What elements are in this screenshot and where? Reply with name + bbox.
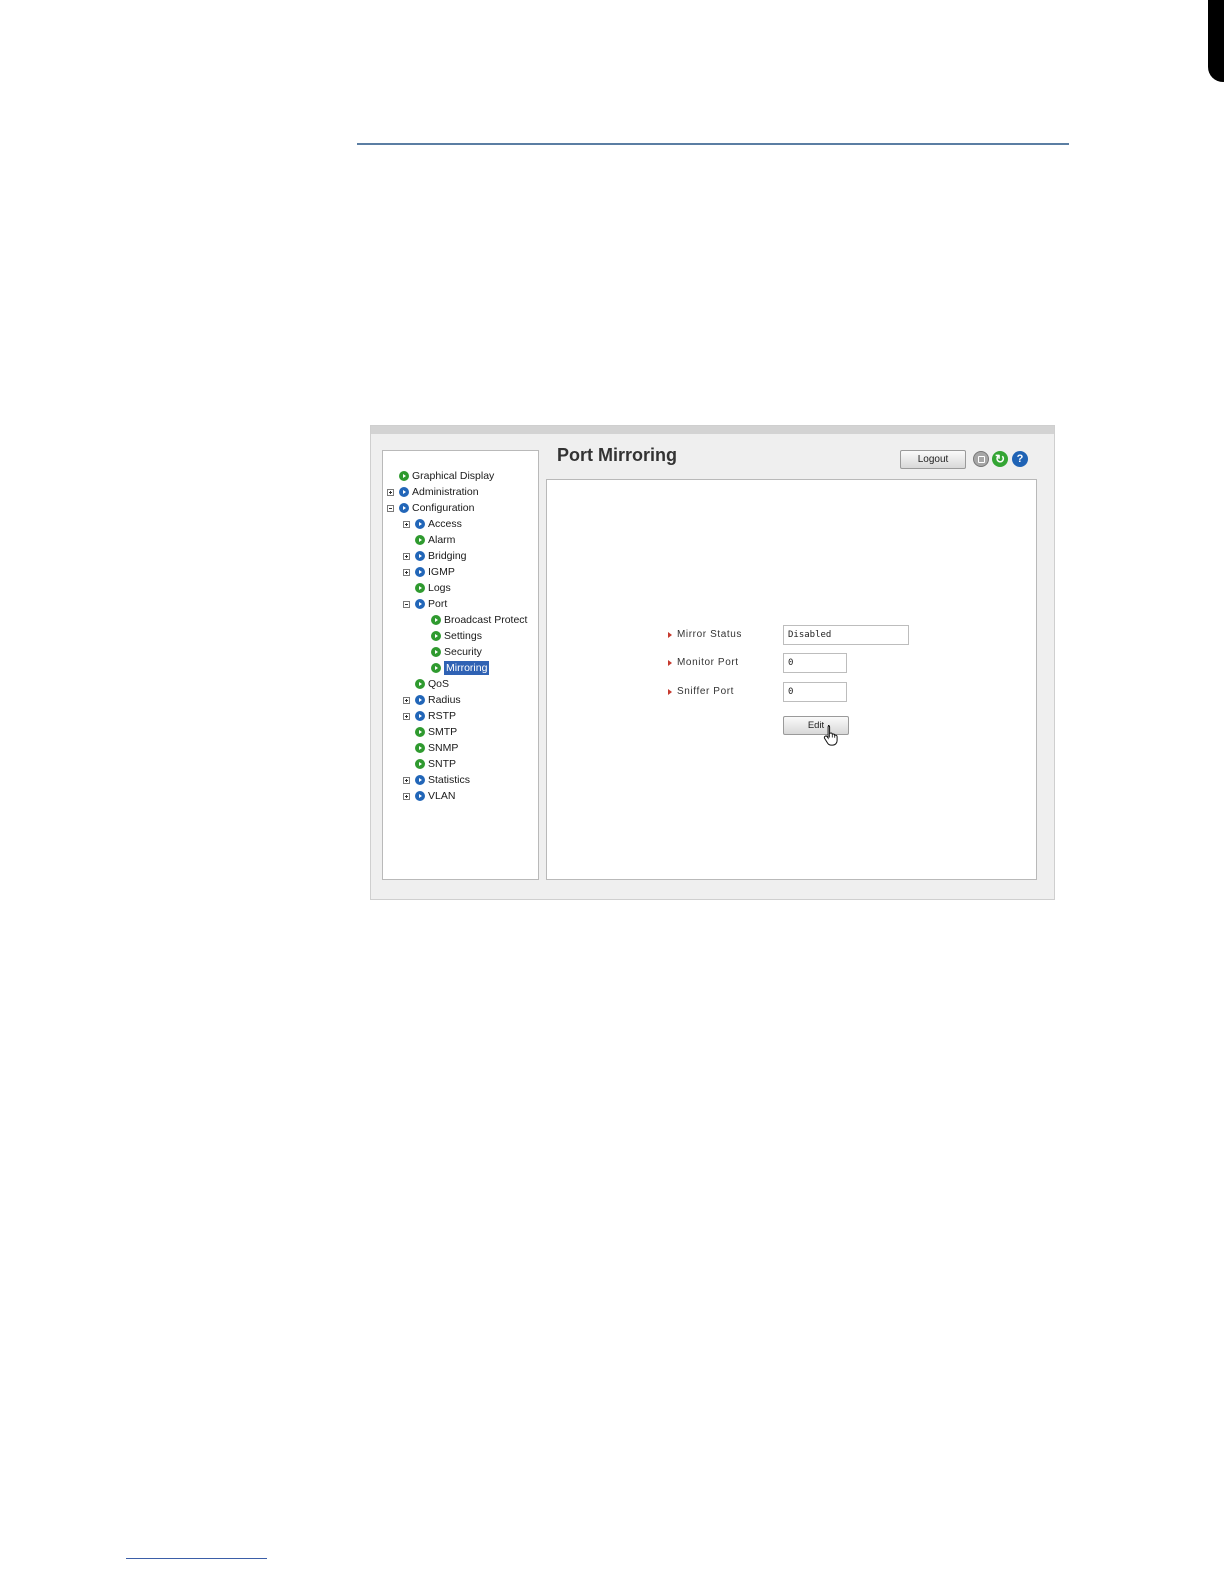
content-panel: Mirror Status Monitor Port Sniffer Port … bbox=[546, 479, 1037, 880]
logout-button[interactable]: Logout bbox=[900, 450, 966, 469]
arrow-bullet-icon bbox=[431, 615, 441, 625]
app-window: Graphical Display Administration Configura… bbox=[370, 425, 1055, 900]
mirror-status-label: Mirror Status bbox=[668, 629, 742, 640]
nav-item-label: Bridging bbox=[428, 550, 467, 562]
mirror-status-field[interactable] bbox=[783, 625, 909, 645]
nav-item-label: SNMP bbox=[428, 742, 459, 754]
arrow-bullet-icon bbox=[415, 583, 425, 593]
nav-item-snmp[interactable]: SNMP bbox=[403, 740, 458, 756]
arrow-bullet-icon bbox=[415, 551, 425, 561]
nav-item-label: Configuration bbox=[412, 502, 475, 514]
arrow-bullet-icon bbox=[415, 679, 425, 689]
nav-item-smtp[interactable]: SMTP bbox=[403, 724, 457, 740]
nav-item-vlan[interactable]: VLAN bbox=[403, 788, 455, 804]
arrow-bullet-icon bbox=[399, 471, 409, 481]
nav-item-bridging[interactable]: Bridging bbox=[403, 548, 467, 564]
page-header-rule bbox=[357, 143, 1069, 145]
nav-item-label: Access bbox=[428, 518, 462, 530]
arrow-bullet-icon bbox=[399, 503, 409, 513]
nav-item-label: Settings bbox=[444, 630, 482, 642]
nav-item-configuration[interactable]: Configuration bbox=[387, 500, 474, 516]
arrow-bullet-icon bbox=[415, 535, 425, 545]
nav-item-label: Logs bbox=[428, 582, 451, 594]
nav-item-broadcast-protect[interactable]: Broadcast Protect bbox=[419, 612, 527, 628]
expand-icon[interactable] bbox=[403, 696, 410, 704]
nav-item-label: QoS bbox=[428, 678, 450, 690]
nav-item-graphical-display[interactable]: Graphical Display bbox=[387, 468, 494, 484]
arrow-bullet-icon bbox=[431, 631, 441, 641]
expand-icon[interactable] bbox=[387, 488, 394, 496]
monitor-port-field[interactable] bbox=[783, 653, 847, 673]
nav-item-label: RSTP bbox=[428, 710, 457, 722]
nav-item-logs[interactable]: Logs bbox=[403, 580, 451, 596]
nav-item-rstp[interactable]: RSTP bbox=[403, 708, 456, 724]
save-icon[interactable] bbox=[973, 451, 989, 467]
nav-item-mirroring[interactable]: Mirroring bbox=[419, 660, 490, 676]
expand-icon[interactable] bbox=[403, 792, 410, 800]
nav-item-igmp[interactable]: IGMP bbox=[403, 564, 455, 580]
nav-item-label: SMTP bbox=[428, 726, 458, 738]
footer-link-underline bbox=[126, 1558, 267, 1559]
nav-item-label: Mirroring bbox=[444, 661, 490, 675]
page-edge-tab bbox=[1200, 0, 1224, 1584]
nav-item-label: VLAN bbox=[428, 790, 456, 802]
arrow-bullet-icon bbox=[415, 775, 425, 785]
arrow-bullet-icon bbox=[415, 711, 425, 721]
nav-item-label: Security bbox=[444, 646, 482, 658]
nav-item-sntp[interactable]: SNTP bbox=[403, 756, 456, 772]
nav-item-statistics[interactable]: Statistics bbox=[403, 772, 470, 788]
nav-item-settings[interactable]: Settings bbox=[419, 628, 482, 644]
arrow-bullet-icon bbox=[415, 567, 425, 577]
sniffer-port-label-text: Sniffer Port bbox=[677, 686, 735, 697]
nav-item-qos[interactable]: QoS bbox=[403, 676, 449, 692]
nav-item-label: IGMP bbox=[428, 566, 455, 578]
sniffer-port-label: Sniffer Port bbox=[668, 686, 734, 697]
nav-item-label: Broadcast Protect bbox=[444, 614, 528, 626]
nav-item-label: Administration bbox=[412, 486, 479, 498]
mirror-status-label-text: Mirror Status bbox=[677, 629, 743, 640]
help-icon[interactable]: ? bbox=[1012, 451, 1028, 467]
window-top-bar bbox=[371, 426, 1054, 434]
hand-cursor-icon bbox=[823, 725, 838, 746]
monitor-port-label: Monitor Port bbox=[668, 657, 739, 668]
arrow-bullet-icon bbox=[415, 759, 425, 769]
collapse-icon[interactable] bbox=[403, 600, 410, 608]
nav-item-radius[interactable]: Radius bbox=[403, 692, 461, 708]
arrow-bullet-icon bbox=[415, 695, 425, 705]
nav-item-label: Alarm bbox=[428, 534, 456, 546]
nav-item-label: SNTP bbox=[428, 758, 457, 770]
nav-tree: Graphical Display Administration Configura… bbox=[382, 450, 539, 880]
nav-item-label: Graphical Display bbox=[412, 470, 495, 482]
collapse-icon[interactable] bbox=[387, 504, 394, 512]
expand-icon[interactable] bbox=[403, 568, 410, 576]
nav-item-security[interactable]: Security bbox=[419, 644, 482, 660]
expand-icon[interactable] bbox=[403, 712, 410, 720]
arrow-bullet-icon bbox=[431, 647, 441, 657]
arrow-bullet-icon bbox=[415, 791, 425, 801]
arrow-bullet-icon bbox=[431, 663, 441, 673]
nav-item-label: Port bbox=[428, 598, 448, 610]
expand-icon[interactable] bbox=[403, 552, 410, 560]
nav-item-alarm[interactable]: Alarm bbox=[403, 532, 455, 548]
page-title: Port Mirroring bbox=[557, 445, 677, 465]
arrow-bullet-icon bbox=[415, 743, 425, 753]
edit-button[interactable]: Edit bbox=[783, 716, 849, 735]
arrow-bullet-icon bbox=[415, 519, 425, 529]
expand-icon[interactable] bbox=[403, 520, 410, 528]
nav-item-access[interactable]: Access bbox=[403, 516, 462, 532]
nav-item-label: Radius bbox=[428, 694, 461, 706]
expand-icon[interactable] bbox=[403, 776, 410, 784]
sniffer-port-field[interactable] bbox=[783, 682, 847, 702]
nav-item-administration[interactable]: Administration bbox=[387, 484, 479, 500]
arrow-bullet-icon bbox=[415, 599, 425, 609]
refresh-icon[interactable]: ↻ bbox=[992, 451, 1008, 467]
arrow-bullet-icon bbox=[399, 487, 409, 497]
nav-item-label: Statistics bbox=[428, 774, 471, 786]
nav-item-port[interactable]: Port bbox=[403, 596, 447, 612]
monitor-port-label-text: Monitor Port bbox=[677, 657, 739, 668]
arrow-bullet-icon bbox=[415, 727, 425, 737]
